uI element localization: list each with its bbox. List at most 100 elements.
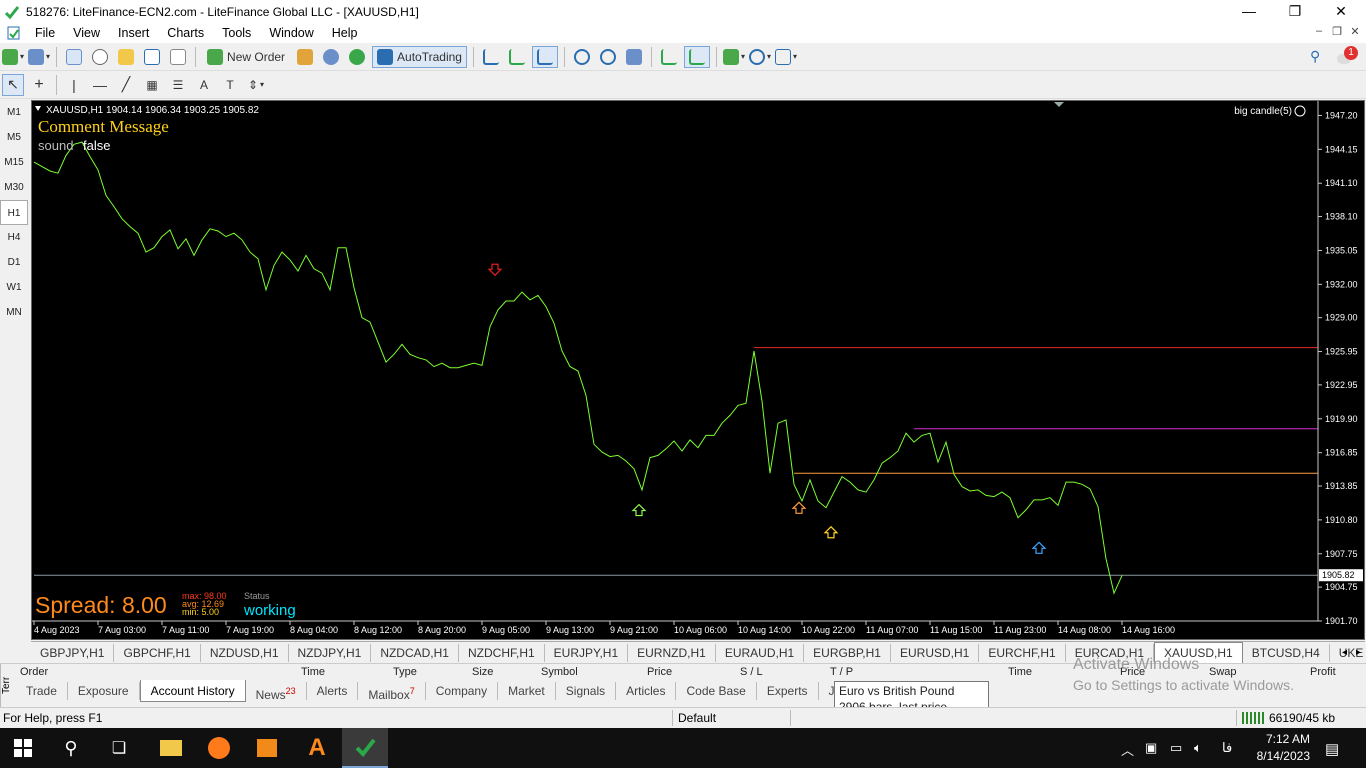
new-chart-button[interactable]: ▾ [2,46,24,68]
mdi-close-button[interactable]: ✕ [1346,25,1364,38]
text-tool-button[interactable]: A [193,74,215,96]
minimize-button[interactable]: — [1226,0,1272,23]
indicator-label[interactable]: big candle(5) [1234,106,1292,117]
equidistant-channel-button[interactable]: ▦ [141,74,163,96]
column-header[interactable]: Time [1008,666,1032,678]
menu-window[interactable]: Window [260,26,322,40]
chart-tab[interactable]: GBPJPY,H1 [31,643,115,662]
period-m15[interactable]: M15 [0,150,28,175]
language-indicator[interactable]: فا [1222,740,1232,756]
tab-code-base[interactable]: Code Base [676,682,757,700]
autotrading-button[interactable]: AutoTrading [372,45,467,68]
task-view-button[interactable]: ❏ [96,728,142,768]
chart-header-arrow-icon[interactable] [35,106,41,111]
column-header[interactable]: Price [647,666,672,678]
tab-signals[interactable]: Signals [556,682,617,700]
close-button[interactable]: ✕ [1318,0,1364,23]
tab-exposure[interactable]: Exposure [68,682,140,700]
horizontal-line-button[interactable]: — [89,74,111,96]
market-watch-button[interactable] [63,46,85,68]
vps-button[interactable] [346,46,368,68]
arrows-button[interactable]: ⇕ ▾ [245,74,267,96]
navigator-button[interactable] [115,46,137,68]
line-chart-button[interactable] [531,45,558,68]
chart-tab[interactable]: EURCHF,H1 [979,643,1066,662]
chart-tab[interactable]: NZDCHF,H1 [459,643,545,662]
column-header[interactable]: Profit [1310,666,1336,678]
firefox-button[interactable] [196,728,242,768]
column-header[interactable]: Symbol [541,666,578,678]
zoom-out-button[interactable] [597,46,619,68]
tab-mailbox[interactable]: Mailbox7 [358,682,426,702]
tabs-scroll-right-icon[interactable]: ▸ [1356,647,1361,658]
tabs-scroll-left-icon[interactable]: ◂ [1342,647,1347,658]
menu-insert[interactable]: Insert [109,26,158,40]
media-player-button[interactable] [244,728,290,768]
mdi-minimize-button[interactable]: – [1310,25,1328,37]
chart-window[interactable]: 1947.20 1944.15 1941.10 1938.10 1935.05 1932.… [31,100,1365,640]
tab-experts[interactable]: Experts [757,682,819,700]
terminal-button[interactable] [141,46,163,68]
signals-button[interactable] [320,46,342,68]
chart-tab[interactable]: EURJPY,H1 [545,643,629,662]
chart-tab[interactable]: EURAUD,H1 [716,643,805,662]
chart-tab[interactable]: EURNZD,H1 [628,643,716,662]
tab-company[interactable]: Company [426,682,499,700]
period-m1[interactable]: M1 [0,100,28,125]
strategy-tester-button[interactable] [167,46,189,68]
menu-tools[interactable]: Tools [213,26,260,40]
profiles-button[interactable]: ▾ [28,46,50,68]
candlestick-button[interactable] [506,46,528,68]
indicators-button[interactable]: ▾ [722,46,745,68]
crosshair-tool-button[interactable]: + [28,74,50,96]
search-icon[interactable]: ⚲ [1310,48,1320,65]
periods-button[interactable]: ▾ [749,46,771,68]
chart-tab[interactable]: NZDJPY,H1 [289,643,372,662]
search-button[interactable]: ⚲ [48,728,94,768]
mdi-restore-button[interactable]: ❐ [1328,25,1346,38]
menu-charts[interactable]: Charts [158,26,213,40]
action-center-icon[interactable]: ▤ [1325,740,1339,758]
app-a-button[interactable]: A [294,728,340,768]
data-window-button[interactable] [89,46,111,68]
network-icon[interactable]: ▭ [1170,740,1182,756]
tray-chevron-icon[interactable]: ︿ [1121,740,1134,759]
maximize-button[interactable]: ❐ [1272,0,1318,23]
column-header[interactable]: Size [472,666,493,678]
column-header[interactable]: Order [20,666,48,678]
file-explorer-button[interactable] [148,728,194,768]
period-h4[interactable]: H4 [0,225,28,250]
connection-bars-icon[interactable] [1242,712,1264,724]
tab-account-history[interactable]: Account History [139,680,246,702]
column-header[interactable]: S / L [740,666,763,678]
menu-file[interactable]: File [26,26,64,40]
trendline-button[interactable]: ╱ [115,74,137,96]
chart-tab[interactable]: EURGBP,H1 [804,643,891,662]
price-chart[interactable]: 1947.20 1944.15 1941.10 1938.10 1935.05 1932.… [32,101,1364,639]
cursor-tool-button[interactable]: ↖ [2,73,24,96]
period-m30[interactable]: M30 [0,175,28,200]
period-h1[interactable]: H1 [0,200,28,225]
tray-alert-icon[interactable]: ▣ [1145,740,1157,756]
notifications-button[interactable]: 1 [1337,46,1359,68]
tab-alerts[interactable]: Alerts [307,682,359,700]
text-label-button[interactable]: T [219,74,241,96]
chart-shift-marker[interactable] [1054,102,1064,107]
period-w1[interactable]: W1 [0,275,28,300]
chart-shift-button[interactable] [683,45,710,68]
period-d1[interactable]: D1 [0,250,28,275]
column-header[interactable]: T / P [830,666,853,678]
metaeditor-button[interactable] [294,46,316,68]
autoscroll-button[interactable] [658,46,680,68]
chart-tab[interactable]: NZDCAD,H1 [371,643,459,662]
start-button[interactable] [0,728,46,768]
volume-icon[interactable]: 🔈︎ [1194,740,1202,756]
period-mn[interactable]: MN [0,300,28,325]
column-header[interactable]: Time [301,666,325,678]
column-header[interactable]: Type [393,666,417,678]
tab-articles[interactable]: Articles [616,682,677,700]
clock[interactable]: 7:12 AM 8/14/2023 [1257,731,1310,765]
chart-tab[interactable]: NZDUSD,H1 [201,643,289,662]
metatrader-taskbar-button[interactable] [342,728,388,768]
chart-tab[interactable]: EURUSD,H1 [891,643,980,662]
